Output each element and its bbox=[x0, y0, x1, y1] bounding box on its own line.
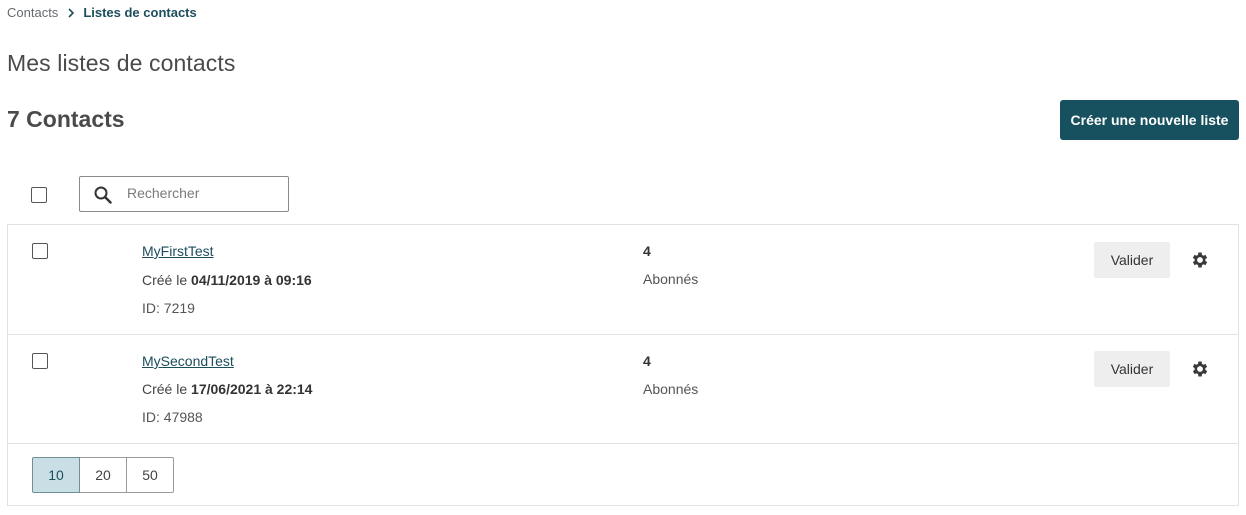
table-row: MyFirstTest Créé le 04/11/2019 à 09:16 I… bbox=[7, 225, 1239, 335]
search-field[interactable] bbox=[79, 176, 289, 212]
created-prefix: Créé le bbox=[142, 381, 188, 397]
page-size-20-button[interactable]: 20 bbox=[79, 457, 127, 493]
select-all-checkbox[interactable] bbox=[31, 187, 47, 203]
row-checkbox[interactable] bbox=[32, 243, 48, 259]
list-name-link[interactable]: MyFirstTest bbox=[142, 243, 214, 259]
subscriber-count: 4 bbox=[643, 243, 651, 259]
validate-button[interactable]: Valider bbox=[1094, 242, 1170, 278]
create-new-list-button[interactable]: Créer une nouvelle liste bbox=[1060, 100, 1239, 140]
created-datetime: 17/06/2021 à 22:14 bbox=[191, 381, 313, 397]
subscriber-label: Abonnés bbox=[643, 381, 699, 397]
contacts-count-title: 7 Contacts bbox=[7, 106, 125, 132]
search-icon bbox=[94, 186, 112, 204]
table-row: MySecondTest Créé le 17/06/2021 à 22:14 … bbox=[7, 335, 1239, 445]
subscriber-count: 4 bbox=[643, 353, 651, 369]
created-datetime: 04/11/2019 à 09:16 bbox=[191, 272, 312, 288]
list-created-date: Créé le 17/06/2021 à 22:14 bbox=[142, 381, 312, 397]
subscriber-label: Abonnés bbox=[643, 271, 699, 287]
breadcrumb-current: Listes de contacts bbox=[83, 5, 197, 20]
gear-icon[interactable] bbox=[1190, 359, 1210, 379]
page-size-selector: 10 20 50 bbox=[32, 457, 174, 493]
breadcrumb: Contacts Listes de contacts bbox=[7, 5, 197, 20]
created-prefix: Créé le bbox=[142, 272, 188, 288]
search-input[interactable] bbox=[127, 185, 277, 201]
breadcrumb-contacts-link[interactable]: Contacts bbox=[7, 5, 58, 20]
gear-icon[interactable] bbox=[1190, 250, 1210, 270]
chevron-right-icon bbox=[68, 7, 75, 18]
validate-button[interactable]: Valider bbox=[1094, 351, 1170, 387]
page-size-50-button[interactable]: 50 bbox=[126, 457, 174, 493]
page-title: Mes listes de contacts bbox=[7, 50, 236, 76]
list-created-date: Créé le 04/11/2019 à 09:16 bbox=[142, 272, 312, 288]
page-size-10-button[interactable]: 10 bbox=[32, 457, 80, 493]
list-name-link[interactable]: MySecondTest bbox=[142, 353, 234, 369]
row-checkbox[interactable] bbox=[32, 353, 48, 369]
list-id: ID: 7219 bbox=[142, 300, 195, 316]
list-id: ID: 47988 bbox=[142, 409, 203, 425]
